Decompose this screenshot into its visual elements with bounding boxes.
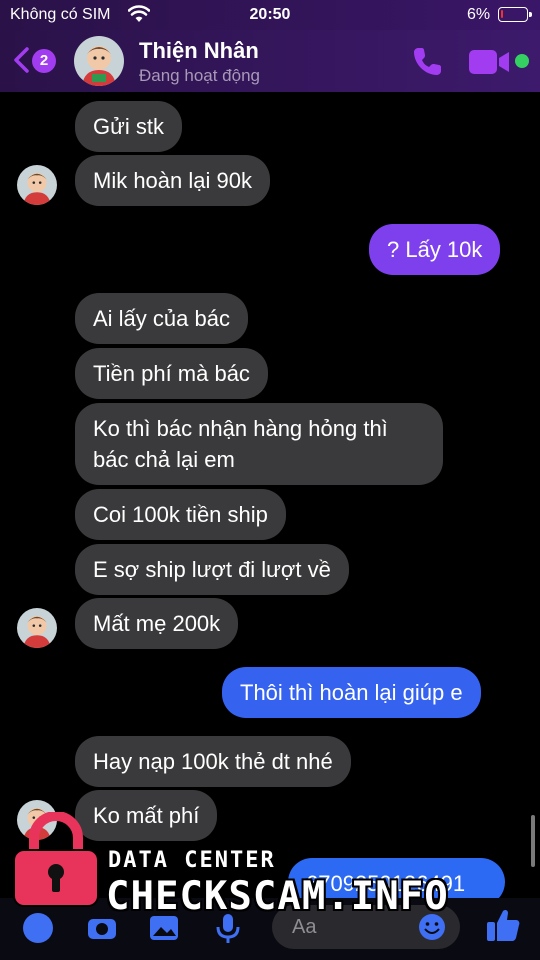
message-bubble-incoming[interactable]: Mất mẹ 200k	[75, 598, 239, 649]
back-button[interactable]: 2	[10, 44, 62, 78]
phone-icon[interactable]	[409, 44, 445, 80]
message-input-placeholder: Aa	[292, 916, 317, 938]
unread-count-badge: 2	[32, 49, 56, 73]
thumbs-up-icon[interactable]	[484, 906, 522, 944]
scrollbar[interactable]	[531, 815, 535, 867]
battery-percent: 6%	[467, 6, 491, 23]
watermark-title: CHECKSCAM.INFO	[106, 874, 449, 919]
active-status: Đang hoạt động	[139, 66, 260, 85]
message-bubble-incoming[interactable]: Coi 100k tiền ship	[75, 489, 286, 540]
lock-icon	[13, 812, 99, 907]
message-bubble-incoming[interactable]: E sợ ship lượt đi lượt về	[75, 544, 349, 595]
sender-avatar	[17, 608, 57, 648]
message-bubble-incoming[interactable]: Ai lấy của bác	[75, 293, 248, 344]
status-bar: Không có SIM 20:50 6%	[0, 0, 540, 30]
message-bubble-incoming[interactable]: Ko thì bác nhận hàng hỏng thì bác chả lạ…	[75, 403, 443, 485]
sender-avatar	[17, 165, 57, 205]
message-bubble-incoming[interactable]: Hay nạp 100k thẻ dt nhé	[75, 736, 351, 787]
message-bubble-outgoing[interactable]: ? Lấy 10k	[369, 224, 501, 275]
chevron-left-icon	[14, 47, 29, 73]
message-bubble-incoming[interactable]: Mik hoàn lại 90k	[75, 155, 270, 206]
message-bubble-outgoing[interactable]: Thôi thì hoàn lại giúp e	[222, 667, 481, 718]
contact-name[interactable]: Thiện Nhân	[139, 38, 259, 64]
message-bubble-incoming[interactable]: Tiền phí mà bác	[75, 348, 268, 399]
message-bubble-incoming[interactable]: Gửi stk	[75, 101, 182, 152]
online-indicator	[515, 54, 529, 68]
clock: 20:50	[249, 6, 291, 23]
battery-level	[501, 10, 503, 18]
contact-avatar[interactable]	[74, 36, 124, 86]
watermark-subtitle: DATA CENTER	[108, 848, 276, 873]
battery-icon	[498, 7, 532, 22]
conversation-header: 2 Thiện Nhân Đang hoạt động	[0, 30, 540, 92]
video-camera-icon[interactable]	[468, 48, 512, 76]
grid-icon[interactable]	[20, 910, 56, 946]
